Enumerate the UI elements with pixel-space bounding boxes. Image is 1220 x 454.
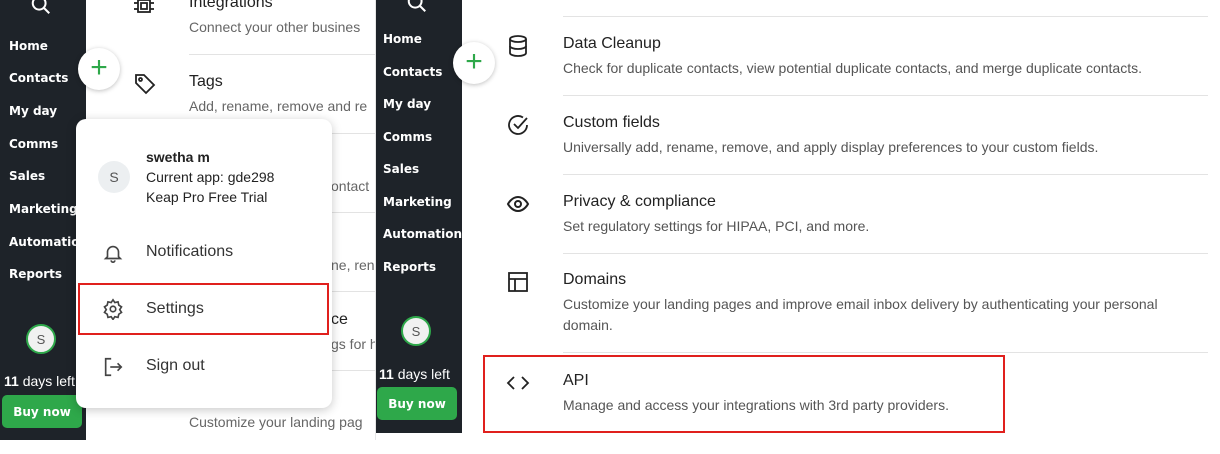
row-title: ce (331, 311, 348, 328)
nav-item-contacts[interactable]: Contacts (383, 65, 442, 79)
row-desc: ontact (331, 178, 370, 194)
row-title: Integrations (189, 0, 273, 11)
account-menu: S swetha m Current app: gde298 Keap Pro … (76, 119, 332, 408)
nav-item-marketing[interactable]: Marketing (9, 202, 78, 216)
user-name: swetha m (146, 149, 210, 165)
row-title: Tags (189, 73, 223, 90)
setting-title: Custom fields (563, 114, 660, 131)
nav-item-home[interactable]: Home (9, 39, 48, 53)
setting-desc: Universally add, rename, remove, and app… (563, 139, 1099, 155)
divider (563, 174, 1208, 175)
divider (563, 253, 1208, 254)
nav-item-my-day[interactable]: My day (9, 104, 57, 118)
layout-icon (508, 272, 528, 292)
database-icon (509, 35, 527, 57)
nav-item-automation[interactable]: Automation (383, 227, 462, 241)
divider (331, 212, 375, 213)
settings-highlight-box (78, 283, 329, 335)
notifications-label: Notifications (146, 243, 234, 260)
row-desc: Customize your landing pag (189, 414, 363, 430)
divider (563, 95, 1208, 96)
api-highlight-box (483, 355, 1005, 433)
divider (563, 16, 1208, 17)
avatar: S (98, 161, 130, 193)
add-button[interactable]: + (453, 42, 495, 84)
tag-icon (135, 74, 156, 95)
sign-out-menu-item[interactable]: Sign out (76, 345, 332, 389)
divider (563, 352, 1208, 353)
row-desc: Connect your other busines (189, 19, 361, 35)
eye-icon (506, 195, 530, 213)
nav-item-comms[interactable]: Comms (9, 137, 58, 151)
trial-days-left: 11 days left (379, 366, 450, 382)
left-nav-sidebar-2: Home Contacts My day Comms Sales Marketi… (376, 0, 462, 433)
buy-now-button[interactable]: Buy now (2, 395, 82, 428)
check-circle-icon (508, 115, 528, 135)
nav-item-sales[interactable]: Sales (9, 169, 45, 183)
nav-item-reports[interactable]: Reports (383, 260, 436, 274)
add-button[interactable]: + (78, 48, 120, 90)
notifications-menu-item[interactable]: Notifications (76, 231, 332, 275)
search-icon[interactable] (30, 0, 52, 16)
left-nav-sidebar: Home Contacts My day Comms Sales Marketi… (0, 0, 88, 440)
nav-item-my-day[interactable]: My day (383, 97, 431, 111)
avatar[interactable]: S (401, 316, 431, 346)
setting-title: Privacy & compliance (563, 193, 716, 210)
setting-title: Domains (563, 271, 627, 288)
setting-desc: Set regulatory settings for HIPAA, PCI, … (563, 218, 870, 234)
row-desc: ne, ren (331, 257, 375, 273)
bell-icon (103, 245, 123, 263)
current-app: Current app: gde298 (146, 169, 275, 185)
divider (331, 291, 375, 292)
sign-out-icon (104, 357, 123, 377)
avatar[interactable]: S (26, 324, 56, 354)
plan-name: Keap Pro Free Trial (146, 189, 268, 205)
setting-desc: Customize your landing pages and improve… (563, 296, 1158, 333)
sign-out-label: Sign out (146, 357, 205, 374)
divider (331, 370, 375, 371)
nav-item-sales[interactable]: Sales (383, 162, 419, 176)
row-desc: Add, rename, remove and re (189, 98, 368, 114)
chip-icon (134, 0, 154, 13)
setting-title: Data Cleanup (563, 35, 661, 52)
nav-item-home[interactable]: Home (383, 32, 422, 46)
nav-item-contacts[interactable]: Contacts (9, 71, 68, 85)
nav-item-marketing[interactable]: Marketing (383, 195, 452, 209)
search-icon[interactable] (406, 0, 428, 14)
nav-item-reports[interactable]: Reports (9, 267, 62, 281)
setting-desc: Check for duplicate contacts, view poten… (563, 60, 1142, 76)
row-desc: gs for h (331, 336, 376, 352)
buy-now-button[interactable]: Buy now (377, 387, 457, 420)
divider (189, 54, 375, 55)
nav-item-comms[interactable]: Comms (383, 130, 432, 144)
trial-days-left: 11 days left (4, 373, 75, 389)
